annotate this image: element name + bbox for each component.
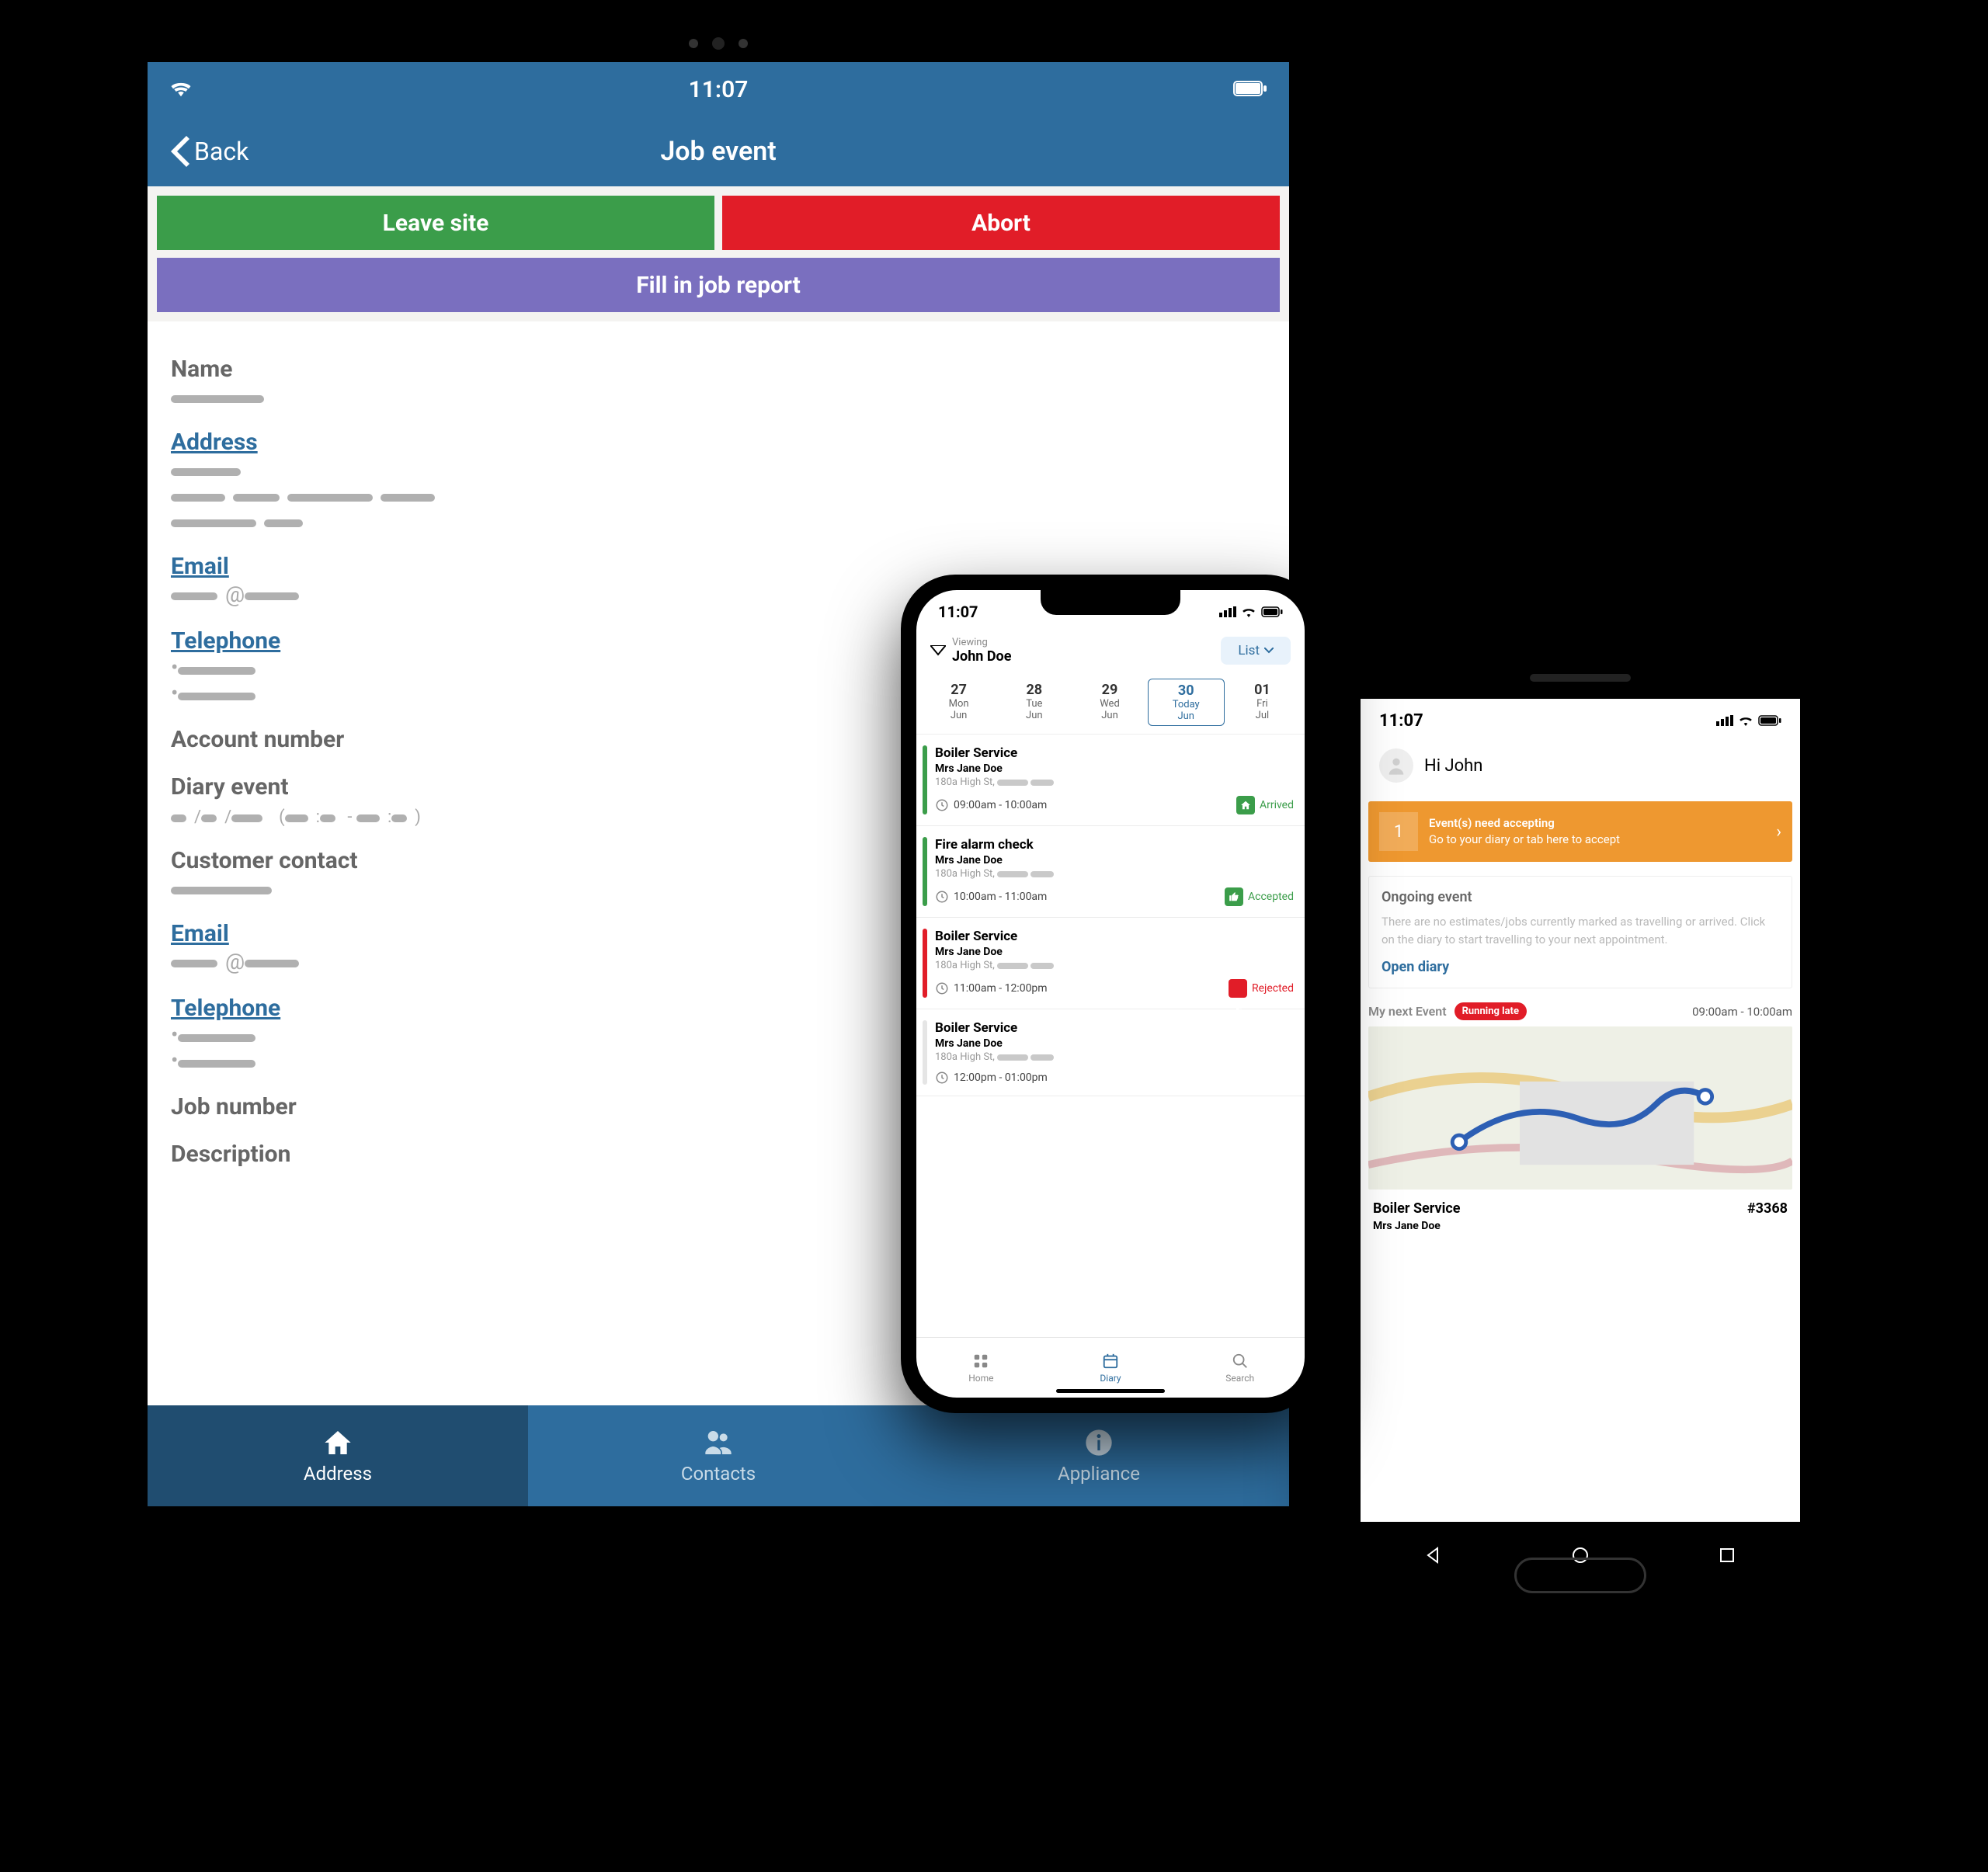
tab-home[interactable]: Home bbox=[916, 1338, 1046, 1398]
tab-search-label: Search bbox=[1225, 1373, 1254, 1384]
banner-line1: Event(s) need accepting bbox=[1429, 815, 1776, 832]
viewing-name: John Doe bbox=[952, 648, 1011, 665]
tab-home-label: Home bbox=[968, 1373, 993, 1384]
ongoing-card: Ongoing event There are no estimates/job… bbox=[1368, 876, 1792, 988]
fill-report-button[interactable]: Fill in job report bbox=[157, 258, 1280, 312]
event-list[interactable]: Boiler Service Mrs Jane Doe 180a High St… bbox=[916, 735, 1305, 1337]
running-late-badge: Running late bbox=[1455, 1002, 1527, 1020]
date-cell[interactable]: 29WedJun bbox=[1072, 679, 1147, 726]
greeting-text: Hi John bbox=[1424, 756, 1482, 776]
leave-site-button[interactable]: Leave site bbox=[157, 196, 714, 250]
next-event-time: 09:00am - 10:00am bbox=[1692, 1005, 1792, 1019]
ongoing-message: There are no estimates/jobs currently ma… bbox=[1382, 913, 1779, 948]
telephone-link[interactable]: Telephone bbox=[171, 627, 280, 655]
next-event-header: My next Event Running late 09:00am - 10:… bbox=[1368, 1002, 1792, 1020]
battery-icon bbox=[1233, 76, 1267, 103]
cellular-icon bbox=[1716, 715, 1733, 726]
next-event-ref: #3368 bbox=[1747, 1200, 1788, 1217]
tab-diary-label: Diary bbox=[1100, 1373, 1121, 1384]
event-card[interactable]: Boiler Service Mrs Jane Doe 180a High St… bbox=[916, 1009, 1305, 1096]
diary-header: Viewing John Doe List bbox=[916, 634, 1305, 674]
next-event-card[interactable]: Boiler Service #3368 Mrs Jane Doe bbox=[1368, 1190, 1792, 1232]
tablet-statusbar: 11:07 bbox=[148, 62, 1289, 116]
tab-contacts-label: Contacts bbox=[681, 1463, 756, 1485]
banner-count: 1 bbox=[1379, 812, 1418, 851]
wifi-icon bbox=[1241, 606, 1256, 617]
dropdown-icon[interactable] bbox=[930, 645, 946, 656]
android-home-button[interactable] bbox=[1514, 1558, 1646, 1593]
next-event-customer: Mrs Jane Doe bbox=[1373, 1220, 1788, 1232]
view-toggle[interactable]: List bbox=[1221, 637, 1291, 665]
battery-icon bbox=[1758, 715, 1781, 726]
event-card[interactable]: Boiler Service Mrs Jane Doe 180a High St… bbox=[916, 735, 1305, 826]
tablet-clock: 11:07 bbox=[689, 76, 749, 103]
action-bar: Leave site Abort Fill in job report bbox=[148, 186, 1289, 321]
android-back-icon[interactable] bbox=[1425, 1547, 1442, 1568]
iphone-notch bbox=[1041, 590, 1180, 615]
email-link[interactable]: Email bbox=[171, 553, 229, 580]
chevron-right-icon: › bbox=[1776, 822, 1781, 842]
tab-address[interactable]: Address bbox=[148, 1405, 528, 1506]
tab-address-label: Address bbox=[304, 1463, 372, 1485]
date-cell[interactable]: 01FriJul bbox=[1225, 679, 1300, 726]
open-diary-link[interactable]: Open diary bbox=[1382, 959, 1779, 975]
tablet-tabbar: Address Contacts Appliance bbox=[148, 1405, 1289, 1506]
tab-contacts[interactable]: Contacts bbox=[528, 1405, 909, 1506]
address-link[interactable]: Address bbox=[171, 429, 258, 456]
chevron-down-icon bbox=[1264, 648, 1274, 654]
date-cell[interactable]: 30TodayJun bbox=[1148, 679, 1225, 726]
back-label: Back bbox=[194, 137, 248, 166]
event-card[interactable]: Fire alarm check Mrs Jane Doe 180a High … bbox=[916, 826, 1305, 918]
android-speaker bbox=[1530, 674, 1631, 682]
next-event-title: Boiler Service bbox=[1373, 1200, 1461, 1217]
date-cell[interactable]: 28TueJun bbox=[996, 679, 1072, 726]
viewing-label: Viewing bbox=[952, 637, 1011, 648]
avatar bbox=[1379, 748, 1413, 783]
status-icons bbox=[1219, 606, 1283, 617]
android-device: 11:07 Hi John 1 Event(s) need accepting … bbox=[1336, 652, 1825, 1607]
tablet-sensors bbox=[689, 37, 748, 50]
page-title: Job event bbox=[660, 136, 776, 167]
name-heading: Name bbox=[171, 356, 1266, 383]
greeting: Hi John bbox=[1361, 742, 1800, 797]
tab-search[interactable]: Search bbox=[1175, 1338, 1305, 1398]
next-event-label: My next Event bbox=[1368, 1004, 1447, 1019]
ongoing-heading: Ongoing event bbox=[1382, 889, 1779, 905]
tablet-navbar: Back Job event bbox=[148, 116, 1289, 186]
status-icons bbox=[1716, 715, 1781, 726]
accept-banner[interactable]: 1 Event(s) need accepting Go to your dia… bbox=[1368, 801, 1792, 862]
tab-appliance-label: Appliance bbox=[1058, 1463, 1140, 1485]
android-clock: 11:07 bbox=[1379, 711, 1423, 731]
contact-telephone-link[interactable]: Telephone bbox=[171, 995, 280, 1022]
map[interactable] bbox=[1368, 1026, 1792, 1190]
home-indicator bbox=[1056, 1389, 1165, 1393]
view-toggle-label: List bbox=[1238, 643, 1260, 658]
event-card[interactable]: Boiler Service Mrs Jane Doe 180a High St… bbox=[916, 918, 1305, 1009]
banner-line2: Go to your diary or tab here to accept bbox=[1429, 832, 1776, 848]
iphone-clock: 11:07 bbox=[938, 603, 978, 621]
back-button[interactable]: Back bbox=[171, 136, 248, 167]
tab-appliance[interactable]: Appliance bbox=[909, 1405, 1289, 1506]
iphone-device: 11:07 Viewing John Doe List bbox=[901, 575, 1320, 1413]
cellular-icon bbox=[1219, 606, 1236, 617]
wifi-icon bbox=[169, 76, 193, 103]
abort-button[interactable]: Abort bbox=[722, 196, 1280, 250]
contact-email-link[interactable]: Email bbox=[171, 920, 229, 947]
android-recent-icon[interactable] bbox=[1719, 1547, 1736, 1568]
android-statusbar: 11:07 bbox=[1361, 699, 1800, 742]
date-cell[interactable]: 27MonJun bbox=[921, 679, 996, 726]
date-strip: 27MonJun28TueJun29WedJun30TodayJun01FriJ… bbox=[916, 674, 1305, 735]
battery-icon bbox=[1261, 606, 1283, 617]
wifi-icon bbox=[1738, 715, 1753, 726]
